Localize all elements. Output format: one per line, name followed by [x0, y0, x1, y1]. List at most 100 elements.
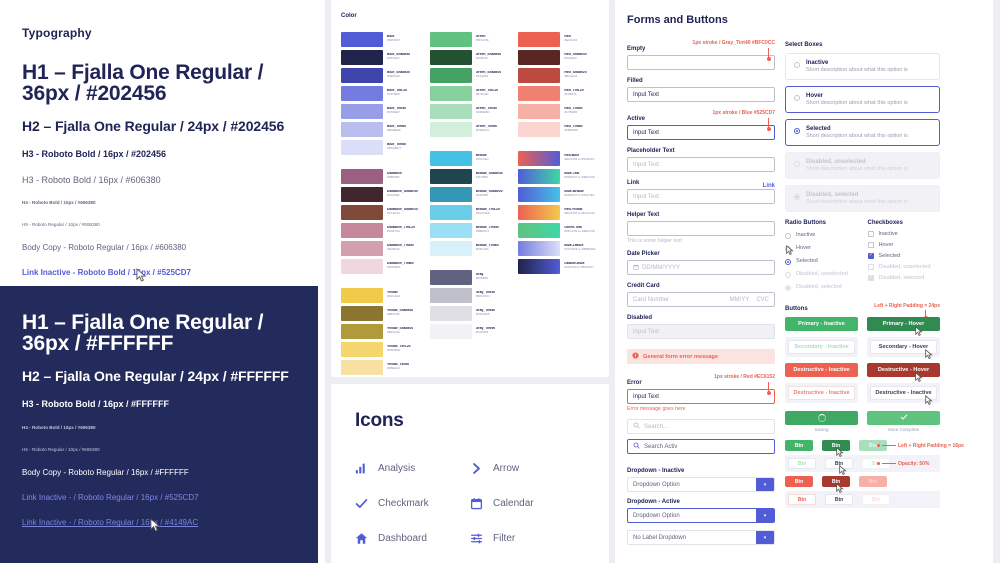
swatch-row: DkBlue-Blue #20234A to #525CD7 [518, 258, 599, 274]
swatch-hex: #9BDFF4 [475, 229, 489, 234]
search-input-inactive[interactable]: Search... [627, 419, 775, 434]
swatch-row: Red_Shade20 #BC4A41 [518, 67, 599, 83]
checkbox-icon[interactable] [867, 231, 874, 237]
credit-card-input[interactable]: Card Number MM/YY CVC [627, 292, 775, 307]
small-button-green-inactive[interactable]: Btn [785, 440, 813, 451]
radio-option-selected[interactable]: Selected [785, 257, 858, 265]
link-field-action-link[interactable]: Link [763, 183, 775, 189]
select-box-hover[interactable]: Hover Short description about what this … [785, 86, 940, 113]
date-picker-input[interactable]: DD/MM/YYYY [627, 260, 775, 275]
small-button-red-hover[interactable]: Btn [822, 476, 850, 487]
dropdown-active[interactable]: Dropdown Option ▾ [627, 508, 775, 523]
icon-item-checkmark[interactable]: Checkmark [355, 497, 470, 510]
secondary-inactive-button[interactable]: Secondary - Inactive [788, 340, 855, 354]
color-swatch [429, 85, 472, 101]
dropdown-no-label[interactable]: No Label Dropdown ▾ [627, 530, 775, 545]
radio-icon[interactable] [794, 95, 800, 101]
radio-icon[interactable] [794, 128, 800, 134]
swatch-meta: Red_Tint60 #FBD6D0 [564, 125, 582, 132]
swatch-row: Yellow_Shade40 #8B7530 [341, 305, 422, 321]
swatch-meta: Blue_Tint80 #DCDEF7 [387, 143, 406, 150]
small-button-secondary-inactive[interactable]: Btn [788, 458, 816, 469]
small-button-green-hover[interactable]: Btn [822, 440, 850, 451]
primary-inactive-button[interactable]: Primary - Inactive [785, 317, 858, 331]
link-input[interactable]: Input Text [627, 189, 775, 204]
swatch-row: Green_Tint-20 #87D19F [429, 85, 511, 101]
secondary-hover-button[interactable]: Secondary - Hover [870, 340, 937, 354]
filled-input[interactable]: Input Text [627, 87, 775, 102]
swatch-row: Yellow #F2CA4A [341, 287, 422, 303]
swatch-hex: #F2CA4A [387, 294, 401, 299]
color-swatch [429, 204, 472, 220]
dropdown-inactive[interactable]: Dropdown Option ▾ [627, 477, 775, 492]
radio-icon[interactable] [785, 246, 791, 252]
swatch-hex: #3397B6 [475, 193, 489, 198]
color-swatch [518, 186, 561, 202]
error-input[interactable]: Input Text [627, 389, 775, 404]
chevron-down-icon[interactable]: ▾ [756, 531, 774, 544]
empty-input[interactable] [627, 55, 775, 70]
swatch-group: Red-Blue #EC6152 to #525CD7 Blue-Teal #525C… [518, 150, 599, 274]
color-swatch [341, 49, 383, 65]
chevron-down-icon[interactable]: ▾ [756, 509, 774, 522]
small-button-red-inactive[interactable]: Btn [785, 476, 813, 487]
radio-option-inactive[interactable]: Inactive [785, 231, 858, 239]
helper-input[interactable] [627, 221, 775, 236]
swatch-meta: Green_Shade20 #44A264 [476, 71, 502, 78]
small-button-red-secondary-disabled: Btn [862, 494, 890, 505]
destructive-secondary-inactive-button[interactable]: Destructive - Inactive [788, 386, 855, 400]
swatch-hex: #3E45AC [387, 74, 401, 79]
swatch-hex: #41262E [387, 193, 400, 198]
icon-item-analysis[interactable]: Analysis [355, 462, 470, 475]
swatch-row: Gray_Tint40 #BFC0CC [429, 287, 511, 303]
icon-item-arrow[interactable]: Arrow [470, 462, 585, 475]
destructive-inactive-button[interactable]: Destructive - Inactive [785, 363, 858, 377]
icon-item-calendar[interactable]: Calendar [470, 497, 585, 510]
swatch-meta: BrBlue_Tint40 #9BDFF4 [476, 226, 499, 233]
radio-icon[interactable] [785, 259, 791, 265]
select-box-disabled-selected: Disabled, selected Short description abo… [785, 185, 940, 212]
color-swatch [341, 85, 383, 101]
radio-icon[interactable] [785, 233, 791, 239]
checkbox-option-hover[interactable]: Hover [867, 242, 941, 248]
small-padding-annotation: Left + Right Padding = 16px [877, 443, 964, 449]
design-system-board: Typography H1 – Fjalla One Regular / 36p… [0, 0, 1000, 563]
small-button-red-secondary-inactive[interactable]: Btn [788, 494, 816, 505]
active-input[interactable]: Input Text [627, 125, 775, 140]
icon-item-filter[interactable]: Filter [470, 532, 585, 545]
color-swatch [341, 287, 383, 303]
checkbox-icon[interactable] [867, 242, 874, 248]
save-complete-button-wrap: Save Complete [867, 411, 940, 432]
swatch-hex: #1F4650 [475, 175, 488, 180]
primary-hover-button[interactable]: Primary - Hover [867, 317, 940, 331]
select-box-selected[interactable]: Selected Short description about what th… [785, 119, 940, 146]
checkbox-option-selected[interactable]: Selected [867, 253, 941, 259]
radio-buttons-group: Radio Buttons Inactive Hover Selected Di… [785, 220, 858, 296]
type-sample-link-inactive[interactable]: Link Inactive - Roboto Bold / 16px / #52… [22, 269, 303, 277]
swatch-row: Blue_Tint-20 #747DDF [341, 85, 422, 101]
dropdown-value: Dropdown Option [633, 512, 680, 519]
swatch-meta: Blue-Teal #525CD7 to #3ED7A6 [564, 172, 595, 179]
select-box-title: Disabled, selected [806, 192, 859, 198]
swatch-row: DkMauve #9B6080 [341, 168, 422, 184]
swatch-meta: Gray_Tint90 #F2F2F5 [476, 327, 496, 334]
destructive-hover-button[interactable]: Destructive - Hover [867, 363, 940, 377]
radio-option-hover[interactable]: Hover [785, 244, 858, 256]
placeholder-input[interactable]: Input Text [627, 157, 775, 172]
swatch-hex: #EC6152 to #525CD7 [564, 157, 595, 162]
small-button-red-secondary-hover[interactable]: Btn [825, 494, 853, 505]
search-input-active[interactable]: Search Activ [627, 439, 775, 454]
chevron-down-icon[interactable]: ▾ [756, 478, 774, 491]
checkbox-icon[interactable] [867, 253, 874, 259]
type-sample-dark-link-inactive[interactable]: Link Inactive - / Roboto Regular / 16px … [22, 494, 296, 502]
type-sample-dark-link-hover[interactable]: Link Inactive - / Roboto Regular / 16px … [22, 519, 296, 527]
small-button-secondary-hover[interactable]: Btn [825, 458, 853, 469]
radio-icon [794, 161, 800, 167]
swatch-row: BrBlue_Shade20 #3397B6 [429, 186, 511, 202]
select-box-inactive[interactable]: Inactive Short description about what th… [785, 53, 940, 80]
swatch-row: Gray #606380 [429, 269, 511, 285]
destructive-secondary-hover-button[interactable]: Destructive - Inactive [870, 386, 937, 400]
radio-icon[interactable] [794, 62, 800, 68]
icon-item-dashboard[interactable]: Dashboard [355, 532, 470, 545]
checkbox-option-inactive[interactable]: Inactive [867, 231, 941, 237]
